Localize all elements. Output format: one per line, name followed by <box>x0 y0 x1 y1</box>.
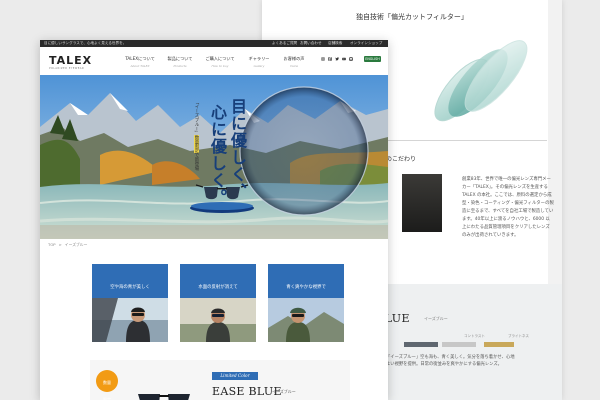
product-paragraph: 「イーズブルー」空も海も、青く美しく。気分を落ち着かせ、心地よい視野を提供。日常… <box>386 355 515 367</box>
spec-swatch <box>404 342 438 347</box>
nav-voice[interactable]: お客様の声 Voice <box>278 56 310 68</box>
talex-logo[interactable]: TALEX <box>49 54 92 67</box>
limited-badge: 数量 限定 <box>96 370 118 400</box>
nav-label: ギャラリー <box>248 56 270 61</box>
nav-label: 製品について <box>167 56 193 61</box>
nav-sublabel: How to buy <box>211 64 229 68</box>
topbar-text: 目に優しいサングラスで、心地よく見える世界を。 <box>44 41 127 45</box>
benefit-line: 青く爽やかな視界で <box>286 285 326 290</box>
nav-sublabel: About TALEX <box>130 64 150 68</box>
angler-photo <box>180 298 256 342</box>
benefit-card-sky: 空や海の青が美しく鮮明に見えて楽しい。 <box>92 264 168 342</box>
divider <box>382 140 547 141</box>
hiker-photo <box>268 298 344 342</box>
man-in-car-photo <box>92 298 168 342</box>
headline-line-1: 目に優しく、 <box>228 98 247 200</box>
benefit-line: 水面の反射が消えて <box>198 285 238 290</box>
benefit-line: 空や海の青が美しく <box>110 285 150 290</box>
spec-label: コントラスト <box>464 334 485 338</box>
breadcrumb-separator: > <box>58 242 62 247</box>
product-subtitle: イーズブルー <box>424 316 448 321</box>
spec-label: ブライトネス <box>508 334 529 338</box>
english-button[interactable]: ENGLISH <box>364 56 381 62</box>
facebook-icon[interactable] <box>328 57 332 61</box>
instagram-icon[interactable] <box>321 57 325 61</box>
badge-line: 限定 <box>103 397 111 400</box>
tagline-suffix: で新登場 <box>194 152 199 171</box>
topbar-link-stores[interactable]: 店舗検索 <box>328 41 342 46</box>
line-icon[interactable] <box>349 57 353 61</box>
nav-label: TALEXについて <box>125 56 155 61</box>
youtube-icon[interactable] <box>342 57 346 61</box>
hero-banner: 「イーズブルー」数量限定で新登場 心に優しく。 目に優しく、 <box>40 75 388 239</box>
nav-gallery[interactable]: ギャラリー Gallery <box>242 56 276 68</box>
limited-highlight: 数量限定 <box>194 135 199 153</box>
tagline-prefix: 「イーズブルー」 <box>194 100 199 136</box>
nav-label: ご購入について <box>205 56 235 61</box>
nav-sublabel: Voice <box>289 64 299 68</box>
logo-subtitle: POLARIZED EYEWEAR <box>49 67 85 70</box>
benefit-caption: 青く爽やかな視界で気分をリラックス。 <box>268 264 344 315</box>
limited-color-label: Limited Color <box>212 372 258 380</box>
breadcrumb: TOP > イーズブルー <box>48 242 87 248</box>
factory-photo <box>402 174 442 232</box>
topbar-link-contact[interactable]: お問い合わせ <box>300 41 322 46</box>
nav-about[interactable]: TALEXについて About TALEX <box>120 56 160 68</box>
blue-lens-overlay <box>240 87 368 215</box>
sunglasses-image <box>138 394 190 400</box>
company-paragraph: 創業83年、世界で唯一の偏光レンズ専門メーカー「TALEX」。その偏光レンズを生… <box>462 177 554 238</box>
nav-label: お客様の声 <box>283 56 305 61</box>
spec-swatch <box>484 342 514 347</box>
nav-purchase[interactable]: ご購入について How to buy <box>200 56 240 68</box>
top-utility-bar: 目に優しいサングラスで、心地よく見える世界を。 よくあるご質問 お問い合わせ 店… <box>40 40 388 47</box>
main-page: 目に優しいサングラスで、心地よく見える世界を。 よくあるご質問 お問い合わせ 店… <box>40 40 388 400</box>
topbar-link-faq[interactable]: よくあるご質問 <box>272 41 297 46</box>
product-name-sub: イーズブルー <box>272 389 296 394</box>
twitter-icon[interactable] <box>335 57 339 61</box>
polarized-lens-illustration <box>434 40 528 122</box>
site-header: TALEX POLARIZED EYEWEAR TALEXについて About … <box>40 47 388 75</box>
filter-section-title: 独自技術「偏光カットフィルター」 <box>356 13 468 21</box>
benefit-caption: 空や海の青が美しく鮮明に見えて楽しい。 <box>92 264 168 315</box>
benefit-cards: 空や海の青が美しく鮮明に見えて楽しい。 水面の反射が消えて水中がはっきり見える。 <box>92 264 344 342</box>
nav-products[interactable]: 製品について Products <box>162 56 198 68</box>
nav-sublabel: Gallery <box>253 64 265 68</box>
breadcrumb-home[interactable]: TOP <box>48 242 56 247</box>
badge-line: 数量 <box>103 380 111 385</box>
benefit-card-relax: 青く爽やかな視界で気分をリラックス。 <box>268 264 344 342</box>
topbar-link-shop[interactable]: オンラインショップ <box>350 41 382 46</box>
benefit-caption: 水面の反射が消えて水中がはっきり見える。 <box>180 264 256 315</box>
nav-sublabel: Products <box>173 64 187 68</box>
hero-headline: 「イーズブルー」数量限定で新登場 心に優しく。 目に優しく、 <box>191 98 255 218</box>
spec-swatch <box>442 342 476 347</box>
benefit-card-water: 水面の反射が消えて水中がはっきり見える。 <box>180 264 256 342</box>
breadcrumb-current: イーズブルー <box>64 242 88 247</box>
hero-tagline: 「イーズブルー」数量限定で新登場 <box>193 100 199 170</box>
